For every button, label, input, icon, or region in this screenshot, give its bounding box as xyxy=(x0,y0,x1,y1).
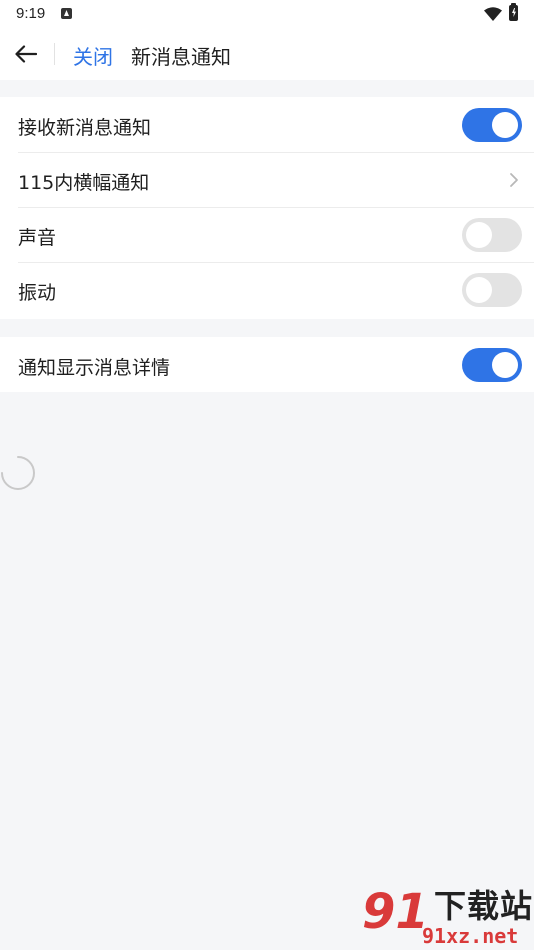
settings-group-details: 通知显示消息详情 xyxy=(0,337,534,392)
setting-label: 振动 xyxy=(18,282,57,304)
status-bar: 9:19 xyxy=(0,0,534,28)
toggle-knob xyxy=(492,112,518,138)
sound-toggle[interactable] xyxy=(462,218,522,252)
setting-row-receive-notifications[interactable]: 接收新消息通知 xyxy=(0,97,534,152)
setting-row-sound[interactable]: 声音 xyxy=(0,207,534,262)
app-header: 关闭 新消息通知 xyxy=(0,28,534,80)
header-divider xyxy=(54,43,55,65)
page-title: 新消息通知 xyxy=(131,45,231,69)
setting-label: 声音 xyxy=(18,227,57,249)
close-button[interactable]: 关闭 xyxy=(73,41,113,70)
toggle-knob xyxy=(466,222,492,248)
battery-charging-icon xyxy=(509,3,518,21)
toggle-knob xyxy=(492,352,518,378)
setting-label: 接收新消息通知 xyxy=(18,117,152,139)
watermark-url: 91xz.net xyxy=(422,924,519,948)
status-time: 9:19 xyxy=(16,5,46,22)
loading-spinner-icon xyxy=(1,456,35,490)
setting-row-show-details[interactable]: 通知显示消息详情 xyxy=(0,337,534,392)
show-details-toggle[interactable] xyxy=(462,348,522,382)
setting-label: 通知显示消息详情 xyxy=(18,357,171,379)
watermark-title: 下载站 xyxy=(434,887,534,925)
wifi-icon xyxy=(484,6,502,21)
receive-notifications-toggle[interactable] xyxy=(462,108,522,142)
setting-row-banner-notifications[interactable]: 115内横幅通知 xyxy=(0,152,534,207)
setting-label: 115内横幅通知 xyxy=(18,172,150,194)
notification-a-icon xyxy=(61,8,72,19)
toggle-knob xyxy=(466,277,492,303)
settings-group-notifications: 接收新消息通知 115内横幅通知 声音 振动 xyxy=(0,97,534,319)
watermark-logo-mark: 91 xyxy=(362,884,429,940)
arrow-left-icon xyxy=(15,45,37,63)
back-button[interactable] xyxy=(10,40,42,68)
chevron-right-icon xyxy=(510,173,518,187)
setting-row-vibration[interactable]: 振动 xyxy=(0,262,534,317)
vibration-toggle[interactable] xyxy=(462,273,522,307)
watermark-logo: 91 下载站 91xz.net xyxy=(362,888,534,950)
